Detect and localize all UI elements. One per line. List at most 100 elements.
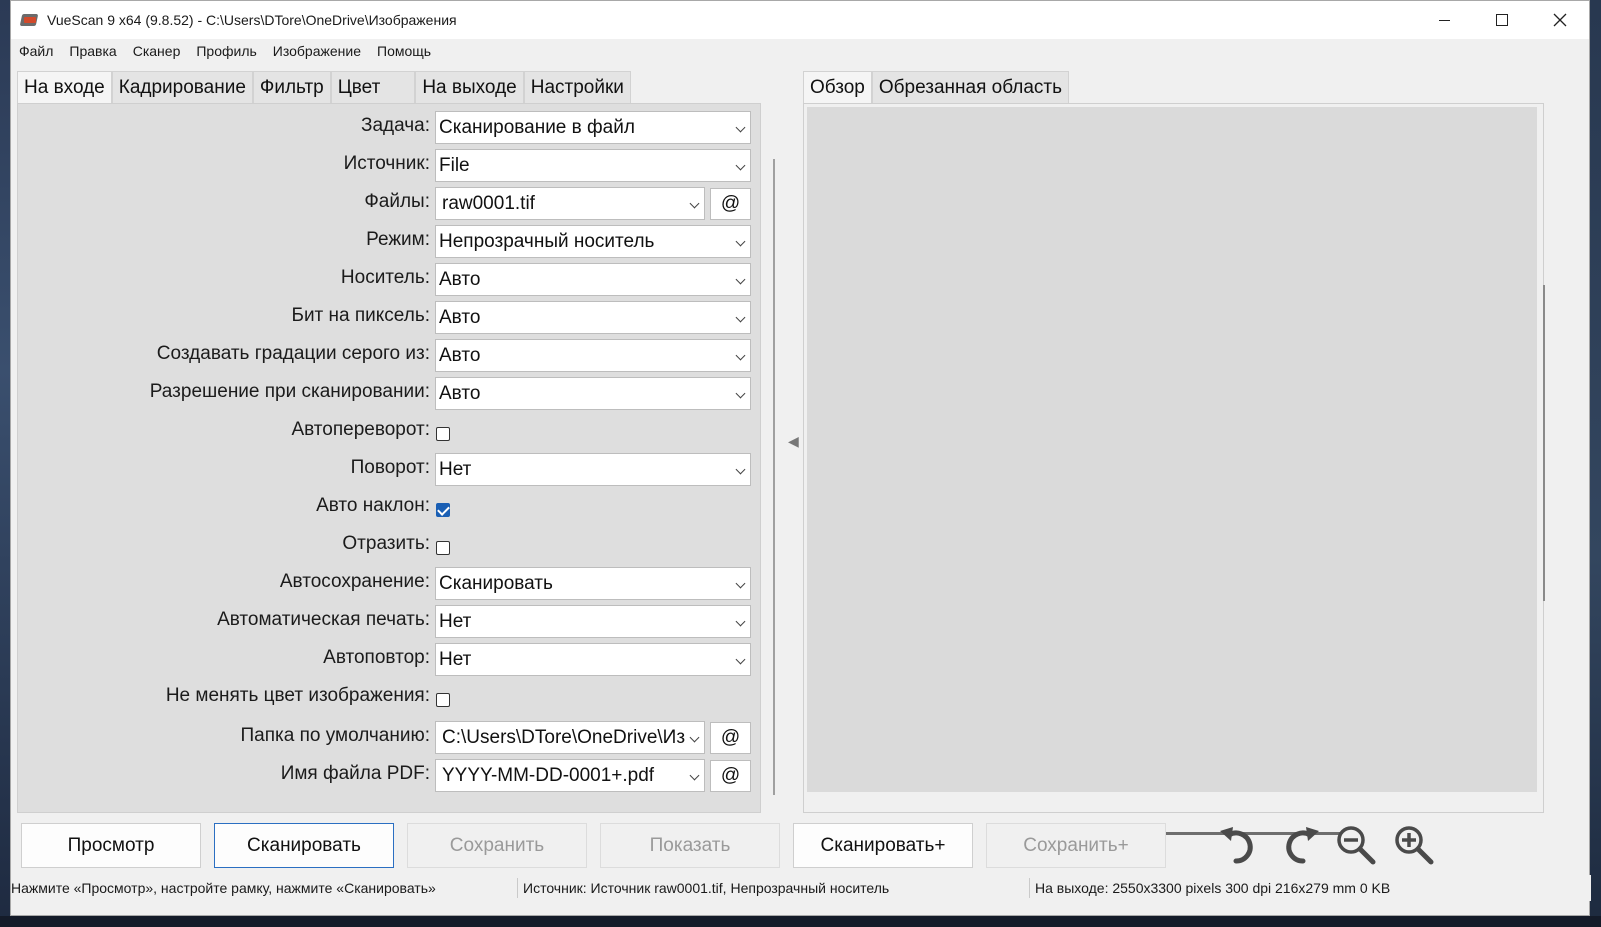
mirror-checkbox[interactable] <box>436 541 450 555</box>
desktop-background-right <box>1590 0 1601 927</box>
input-tab-content: Задача: Сканирование в файл Источник: Fi… <box>17 103 761 813</box>
status-divider <box>517 878 518 898</box>
task-select[interactable]: Сканирование в файл <box>435 111 751 144</box>
source-label: Источник: <box>343 153 430 174</box>
settings-tabs: На входе Кадрирование Фильтр Цвет На вых… <box>17 71 631 104</box>
tab-crop[interactable]: Кадрирование <box>111 71 253 103</box>
pdf-name-value: YYYY-MM-DD-0001+.pdf <box>442 765 655 786</box>
row-keep-color: Не менять цвет изображения: <box>18 679 762 715</box>
resolution-label: Разрешение при сканировании: <box>149 381 430 402</box>
window-controls <box>1415 1 1589 39</box>
auto-repeat-select[interactable]: Нет <box>435 643 751 676</box>
menu-profile[interactable]: Профиль <box>188 40 264 62</box>
status-output: На выходе: 2550x3300 pixels 300 dpi 216x… <box>1035 880 1391 896</box>
row-resolution: Разрешение при сканировании: Авто <box>18 375 762 411</box>
rotation-label: Поворот: <box>350 457 430 478</box>
row-mirror: Отразить: <box>18 527 762 563</box>
bits-value: Авто <box>439 307 481 328</box>
status-source: Источник: Источник raw0001.tif, Непрозра… <box>523 880 890 896</box>
chevron-down-icon <box>735 616 746 627</box>
mirror-label: Отразить: <box>342 533 430 554</box>
row-pdf-name: Имя файла PDF: YYYY-MM-DD-0001+.pdf @ <box>18 757 762 793</box>
mode-label: Режим: <box>366 229 430 250</box>
rotate-right-icon[interactable] <box>1277 823 1323 867</box>
pdf-name-at-button[interactable]: @ <box>710 760 751 792</box>
tab-preview[interactable]: Обзор <box>803 71 872 104</box>
rotate-left-icon[interactable] <box>1216 823 1262 867</box>
menu-scanner[interactable]: Сканер <box>125 40 189 62</box>
auto-print-label: Автоматическая печать: <box>217 609 430 630</box>
maximize-button[interactable] <box>1473 1 1531 39</box>
keep-color-label: Не менять цвет изображения: <box>165 685 430 706</box>
keep-color-checkbox[interactable] <box>436 693 450 707</box>
row-gray-from: Создавать градации серого из: Авто <box>18 337 762 373</box>
zoom-out-icon[interactable] <box>1333 823 1379 867</box>
files-select[interactable]: raw0001.tif <box>435 187 705 220</box>
source-value: File <box>439 155 470 176</box>
collapse-panel-arrow-icon[interactable]: ◀ <box>788 431 802 451</box>
minimize-button[interactable] <box>1415 1 1473 39</box>
chevron-down-icon <box>735 312 746 323</box>
mode-value: Непрозрачный носитель <box>439 231 655 252</box>
auto-print-select[interactable]: Нет <box>435 605 751 638</box>
mode-select[interactable]: Непрозрачный носитель <box>435 225 751 258</box>
auto-repeat-label: Автоповтор: <box>323 647 430 668</box>
row-bits: Бит на пиксель: Авто <box>18 299 762 335</box>
window-title: VueScan 9 x64 (9.8.52) - C:\Users\DTore\… <box>47 12 457 28</box>
preview-vertical-scrollbar[interactable] <box>1543 285 1545 601</box>
preview-button[interactable]: Просмотр <box>21 823 201 868</box>
preview-area <box>803 103 1544 835</box>
chevron-down-icon <box>735 388 746 399</box>
bits-label: Бит на пиксель: <box>291 305 430 326</box>
tab-output[interactable]: На выходе <box>415 71 524 103</box>
save-button[interactable]: Сохранить <box>407 823 587 868</box>
menu-image[interactable]: Изображение <box>265 40 369 62</box>
source-select[interactable]: File <box>435 149 751 182</box>
desktop-background-left <box>0 0 10 927</box>
settings-scrollbar[interactable] <box>773 159 775 795</box>
tab-color[interactable]: Цвет <box>330 71 416 103</box>
menu-file[interactable]: Файл <box>11 40 61 62</box>
chevron-down-icon <box>735 160 746 171</box>
bits-select[interactable]: Авто <box>435 301 751 334</box>
files-value: raw0001.tif <box>442 193 535 214</box>
default-folder-select[interactable]: C:\Users\DTore\OneDrive\Из <box>435 721 705 754</box>
resolution-select[interactable]: Авто <box>435 377 751 410</box>
tab-prefs[interactable]: Настройки <box>523 71 631 103</box>
row-files: Файлы: raw0001.tif @ <box>18 185 762 221</box>
chevron-down-icon <box>735 236 746 247</box>
auto-skew-checkbox[interactable] <box>436 503 450 517</box>
save-plus-button[interactable]: Сохранить+ <box>986 823 1166 868</box>
status-divider <box>1029 878 1030 898</box>
gray-from-select[interactable]: Авто <box>435 339 751 372</box>
default-folder-at-button[interactable]: @ <box>710 722 751 754</box>
auto-flip-checkbox[interactable] <box>436 427 450 441</box>
row-media: Носитель: Авто <box>18 261 762 297</box>
row-source: Источник: File <box>18 147 762 183</box>
rotation-select[interactable]: Нет <box>435 453 751 486</box>
close-icon <box>1553 13 1567 27</box>
scan-button[interactable]: Сканировать <box>214 823 394 868</box>
tab-input[interactable]: На входе <box>17 71 112 104</box>
chevron-down-icon <box>689 198 700 209</box>
close-button[interactable] <box>1531 1 1589 39</box>
tab-cropped-area[interactable]: Обрезанная область <box>871 71 1070 103</box>
auto-save-label: Автосохранение: <box>279 571 430 592</box>
menu-edit[interactable]: Правка <box>61 40 124 62</box>
scan-plus-button[interactable]: Сканировать+ <box>793 823 973 868</box>
row-auto-print: Автоматическая печать: Нет <box>18 603 762 639</box>
auto-repeat-value: Нет <box>439 649 472 670</box>
media-select[interactable]: Авто <box>435 263 751 296</box>
preview-canvas[interactable] <box>807 107 1537 792</box>
menu-help[interactable]: Помощь <box>369 40 439 62</box>
chevron-down-icon <box>689 770 700 781</box>
auto-save-select[interactable]: Сканировать <box>435 567 751 600</box>
auto-flip-label: Автопереворот: <box>291 419 430 440</box>
media-label: Носитель: <box>340 267 430 288</box>
show-button[interactable]: Показать <box>600 823 780 868</box>
pdf-name-select[interactable]: YYYY-MM-DD-0001+.pdf <box>435 759 705 792</box>
tab-filter[interactable]: Фильтр <box>252 71 331 103</box>
chevron-down-icon <box>735 578 746 589</box>
files-at-button[interactable]: @ <box>710 188 751 220</box>
zoom-in-icon[interactable] <box>1391 823 1437 867</box>
